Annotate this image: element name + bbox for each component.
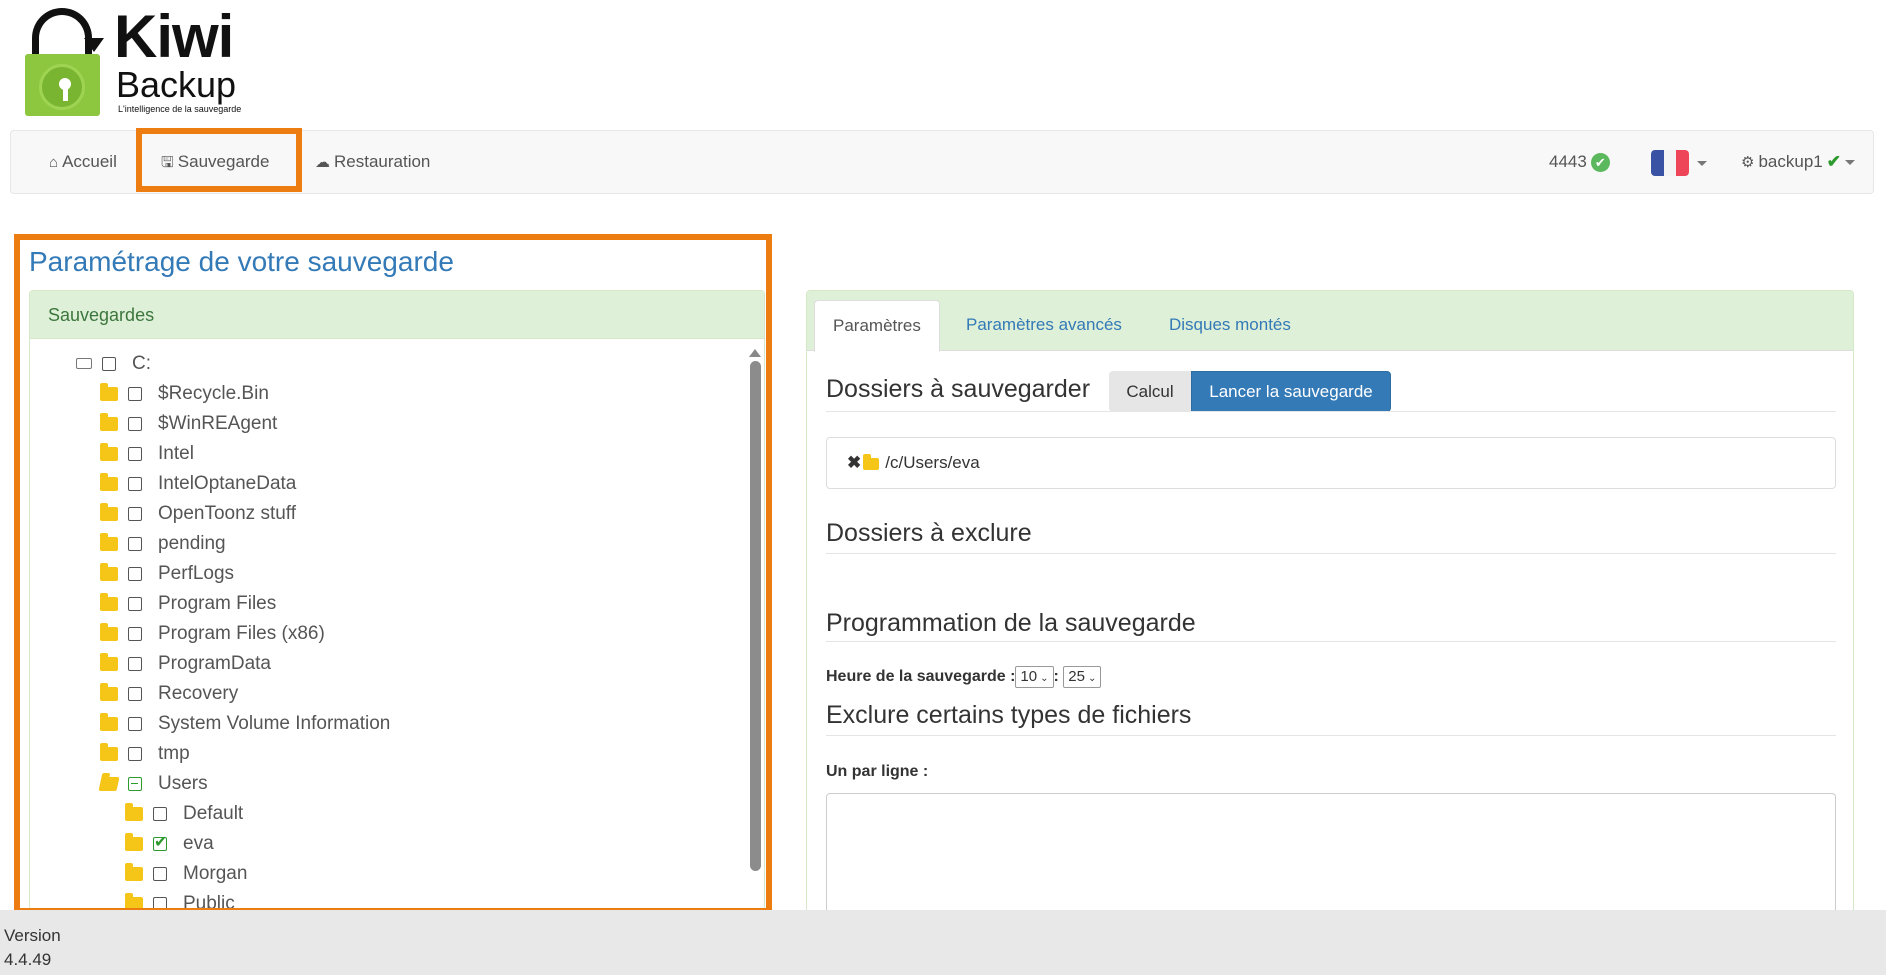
exclude-types-title: Exclure certains types de fichiers	[826, 701, 1192, 729]
version-label: Version	[4, 926, 61, 945]
french-flag-icon	[1651, 150, 1689, 176]
user-menu[interactable]: ⚙ backup1 ✔	[1741, 131, 1855, 193]
tab-parametres[interactable]: Paramètres	[814, 300, 940, 352]
one-per-line-label: Un par ligne :	[826, 763, 929, 780]
username: backup1	[1758, 152, 1823, 171]
exclude-folders-title: Dossiers à exclure	[826, 519, 1032, 547]
kiwi-backup-logo: Kiwi Backup L'intelligence de la sauvega…	[22, 3, 262, 116]
nav-accueil[interactable]: ⌂ Accueil	[49, 131, 117, 193]
caret-down-icon	[1697, 160, 1707, 166]
version-number: 4.4.49	[4, 950, 52, 969]
footer: Version 4.4.49	[0, 910, 1886, 975]
backup-path: /c/Users/eva	[885, 453, 980, 472]
backup-folders-title: Dossiers à sauvegarder	[826, 375, 1091, 403]
calc-button[interactable]: Calcul	[1109, 371, 1191, 412]
ok-check-icon: ✔	[1590, 153, 1610, 173]
logo-tagline: L'intelligence de la sauvegarde	[118, 104, 242, 114]
refresh-arrow-icon	[84, 38, 104, 52]
caret-down-icon	[1844, 160, 1855, 166]
tab-parametres-avances[interactable]: Paramètres avancés	[948, 300, 1140, 352]
lock-icon	[25, 54, 100, 116]
run-backup-button[interactable]: Lancer la sauvegarde	[1191, 371, 1391, 412]
home-icon: ⌂	[49, 154, 59, 171]
nav-restauration[interactable]: ☁ Restauration	[315, 131, 430, 193]
exclude-types-textarea[interactable]	[826, 793, 1836, 919]
folder-icon	[863, 453, 880, 470]
hour-select[interactable]: 10 ⌄	[1015, 666, 1054, 688]
schedule-label: Heure de la sauvegarde :	[826, 668, 1016, 686]
schedule-title: Programmation de la sauvegarde	[826, 609, 1196, 637]
highlight-backup-settings	[14, 234, 772, 914]
status-count: 4443	[1549, 152, 1587, 171]
highlight-nav-sauvegarde	[136, 128, 302, 192]
cloud-download-icon: ☁	[315, 154, 330, 171]
logo-brand: Kiwi	[114, 3, 234, 70]
backup-path-item: ✖ /c/Users/eva	[826, 437, 1836, 489]
language-dropdown[interactable]	[1651, 150, 1707, 176]
logo-product: Backup	[116, 64, 237, 105]
chevron-down-icon: ⌄	[1087, 673, 1097, 684]
server-status[interactable]: 4443 ✔	[1549, 131, 1610, 193]
gear-icon: ⚙	[1741, 154, 1755, 171]
remove-icon[interactable]: ✖	[847, 453, 861, 472]
settings-tabs: Paramètres Paramètres avancés Disques mo…	[807, 291, 1853, 352]
schedule-row: Heure de la sauvegarde :10 ⌄: 25 ⌄	[826, 666, 1102, 688]
check-icon: ✔	[1826, 152, 1841, 171]
tab-disques-montes[interactable]: Disques montés	[1151, 300, 1309, 352]
minute-select[interactable]: 25 ⌄	[1063, 666, 1102, 688]
settings-panel: Paramètres Paramètres avancés Disques mo…	[806, 290, 1854, 920]
chevron-down-icon: ⌄	[1040, 673, 1049, 684]
